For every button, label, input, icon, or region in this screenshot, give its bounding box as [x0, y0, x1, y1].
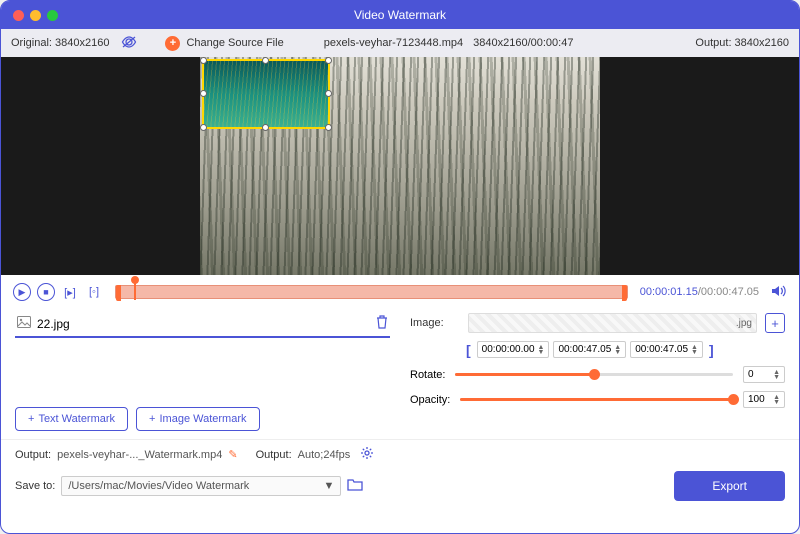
plus-icon: +	[28, 413, 34, 425]
mark-out-button[interactable]: [◦]	[85, 283, 103, 301]
playhead[interactable]	[134, 280, 136, 300]
app-window: Video Watermark Original: 3840x2160 + Ch…	[0, 0, 800, 534]
rotate-label: Rotate:	[410, 369, 445, 381]
watermark-overlay[interactable]	[202, 59, 330, 129]
image-icon	[17, 316, 31, 331]
open-folder-icon[interactable]	[347, 478, 363, 494]
start-time-field[interactable]: 00:00:00.00▲▼	[477, 341, 550, 358]
trim-end-handle[interactable]	[622, 285, 627, 301]
opacity-label: Opacity:	[410, 394, 450, 406]
image-label: Image:	[410, 317, 460, 329]
resize-handle[interactable]	[200, 90, 207, 97]
watermark-list-item[interactable]: 22.jpg	[15, 311, 390, 338]
rotate-value-field[interactable]: 0▲▼	[743, 366, 785, 383]
playback-controls: ▶ ■ [▸] [◦] 00:00:01.15/00:00:47.05	[1, 275, 799, 309]
opacity-value-field[interactable]: 100▲▼	[743, 391, 785, 408]
resize-handle[interactable]	[325, 124, 332, 131]
export-button[interactable]: Export	[674, 471, 785, 501]
output-preset: Auto;24fps	[298, 449, 351, 461]
image-path-field[interactable]: .jpg	[468, 313, 757, 333]
spinner-icon[interactable]: ▲▼	[691, 345, 698, 355]
add-icon: +	[165, 36, 180, 51]
save-path-dropdown[interactable]: /Users/mac/Movies/Video Watermark ▼	[61, 476, 341, 496]
volume-icon[interactable]	[771, 284, 787, 301]
current-time: 00:00:01.15	[640, 286, 698, 298]
spinner-icon[interactable]: ▲▼	[773, 395, 780, 405]
duration-field[interactable]: 00:00:47.05▲▼	[630, 341, 703, 358]
spinner-icon[interactable]: ▲▼	[614, 345, 621, 355]
window-title: Video Watermark	[354, 8, 446, 22]
add-image-watermark-button[interactable]: +Image Watermark	[136, 407, 259, 431]
stop-button[interactable]: ■	[37, 283, 55, 301]
end-time-field[interactable]: 00:00:47.05▲▼	[553, 341, 626, 358]
watermark-item-name: 22.jpg	[37, 317, 370, 331]
watermark-list-column: 22.jpg +Text Watermark +Image Watermark	[15, 311, 390, 435]
output-settings: Output: pexels-veyhar-..._Watermark.mp4 …	[1, 439, 799, 513]
resize-handle[interactable]	[262, 57, 269, 64]
timeline-scrubber[interactable]	[115, 285, 628, 299]
change-source-label: Change Source File	[186, 37, 283, 49]
output-filename: pexels-veyhar-..._Watermark.mp4	[57, 449, 222, 461]
add-watermark-buttons: +Text Watermark +Image Watermark	[15, 407, 390, 435]
browse-image-button[interactable]: +	[765, 313, 785, 333]
watermark-properties: Image: .jpg + [ 00:00:00.00▲▼ 00:00:47.0…	[410, 311, 785, 435]
resize-handle[interactable]	[262, 124, 269, 131]
resize-handle[interactable]	[325, 90, 332, 97]
rotate-slider[interactable]	[455, 373, 733, 376]
mark-in-button[interactable]: [▸]	[61, 283, 79, 301]
minimize-window-button[interactable]	[30, 10, 41, 21]
resize-handle[interactable]	[200, 57, 207, 64]
output-preset-label: Output:	[256, 449, 292, 461]
titlebar: Video Watermark	[1, 1, 799, 29]
add-text-watermark-button[interactable]: +Text Watermark	[15, 407, 128, 431]
delete-watermark-icon[interactable]	[376, 315, 388, 332]
chevron-down-icon: ▼	[323, 480, 334, 492]
video-preview[interactable]	[1, 57, 799, 275]
duration: /00:00:47.05	[698, 286, 759, 298]
opacity-slider[interactable]	[460, 398, 733, 401]
source-meta: 3840x2160/00:00:47	[473, 37, 573, 49]
change-source-group[interactable]: + Change Source File	[165, 36, 283, 51]
video-frame	[200, 57, 600, 275]
trim-start-handle[interactable]	[116, 285, 121, 301]
time-display: 00:00:01.15/00:00:47.05	[640, 286, 759, 298]
close-window-button[interactable]	[13, 10, 24, 21]
settings-icon[interactable]	[360, 446, 374, 463]
original-resolution: Original: 3840x2160	[11, 37, 109, 49]
source-filename: pexels-veyhar-7123448.mp4	[324, 37, 463, 49]
output-resolution: Output: 3840x2160	[695, 37, 789, 49]
window-controls	[13, 10, 58, 21]
spinner-icon[interactable]: ▲▼	[538, 345, 545, 355]
time-range-row: [ 00:00:00.00▲▼ 00:00:47.05▲▼ 00:00:47.0…	[410, 341, 785, 358]
info-toolbar: Original: 3840x2160 + Change Source File…	[1, 29, 799, 57]
spinner-icon[interactable]: ▲▼	[773, 370, 780, 380]
save-to-label: Save to:	[15, 480, 55, 492]
edit-filename-icon[interactable]: ✎	[228, 448, 237, 461]
bracket-start-icon[interactable]: [	[464, 342, 473, 358]
bracket-end-icon[interactable]: ]	[707, 342, 716, 358]
maximize-window-button[interactable]	[47, 10, 58, 21]
resize-handle[interactable]	[325, 57, 332, 64]
play-button[interactable]: ▶	[13, 283, 31, 301]
output-label: Output:	[15, 449, 51, 461]
plus-icon: +	[149, 413, 155, 425]
visibility-toggle-icon[interactable]	[121, 35, 137, 51]
properties-area: 22.jpg +Text Watermark +Image Watermark …	[1, 309, 799, 439]
resize-handle[interactable]	[200, 124, 207, 131]
